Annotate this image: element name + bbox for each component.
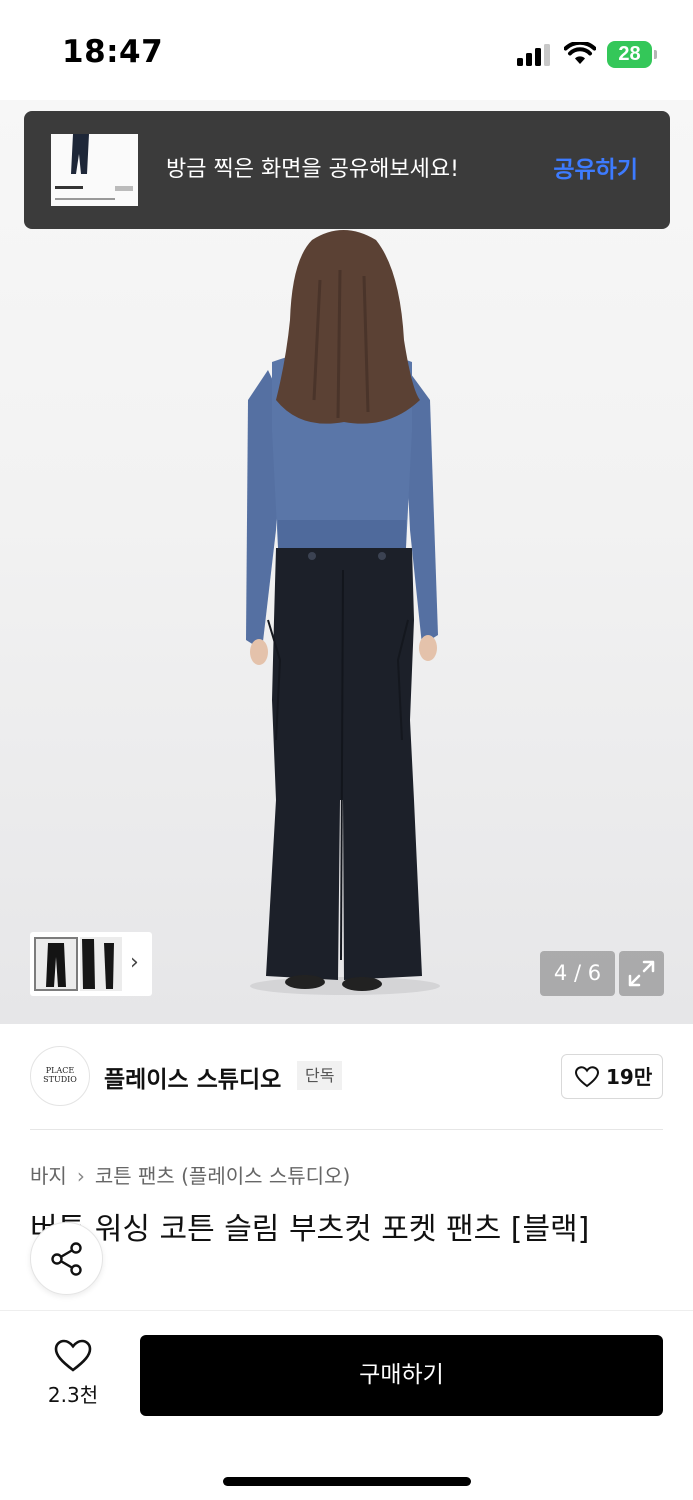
wifi-icon [564, 42, 596, 64]
divider [30, 1129, 663, 1130]
toast-screenshot-thumbnail [51, 134, 138, 206]
model-photo [246, 230, 440, 995]
battery-icon: 28 [607, 41, 657, 68]
battery-level: 28 [618, 43, 641, 65]
heart-icon [54, 1339, 92, 1372]
home-indicator [223, 1477, 471, 1486]
signal-icon [517, 44, 550, 66]
image-thumbnail-strip[interactable]: › [30, 932, 152, 996]
status-time: 18:47 [62, 34, 164, 70]
exclusive-badge: 단독 [297, 1061, 343, 1090]
wishlist-count: 2.3천 [47, 1383, 99, 1407]
breadcrumb-category[interactable]: 바지 [30, 1164, 67, 1188]
breadcrumb: 바지 › 코튼 팬츠 (플레이스 스튜디오) [30, 1160, 350, 1189]
toast-share-button[interactable]: 공유하기 [553, 111, 638, 229]
image-page-counter: 4 / 6 [540, 951, 615, 996]
share-icon [51, 1242, 82, 1276]
thumbnail-image[interactable] [80, 937, 122, 991]
share-button[interactable] [30, 1222, 103, 1295]
brand-name[interactable]: 플레이스 스튜디오 [104, 1060, 281, 1094]
share-toast: 방금 찍은 화면을 공유해보세요! 공유하기 [24, 111, 670, 229]
bottom-action-bar: 2.3천 구매하기 [0, 1310, 693, 1500]
brand-like-count: 19만 [606, 1065, 653, 1089]
buy-button[interactable]: 구매하기 [140, 1335, 663, 1416]
chevron-right-icon[interactable]: › [130, 950, 139, 975]
product-image[interactable] [0, 100, 693, 1024]
brand-row: PLACE STUDIO 플레이스 스튜디오 단독 19만 [0, 1024, 693, 1130]
expand-icon[interactable] [619, 951, 664, 996]
chevron-right-icon: › [76, 1164, 85, 1188]
brand-like-button[interactable]: 19만 [561, 1054, 663, 1099]
heart-icon [575, 1066, 599, 1088]
status-bar: 18:47 28 [0, 0, 693, 100]
breadcrumb-subcategory[interactable]: 코튼 팬츠 (플레이스 스튜디오) [95, 1164, 350, 1188]
toast-message: 방금 찍은 화면을 공유해보세요! [166, 157, 459, 182]
product-title: 버튼 워싱 코튼 슬림 부츠컷 포켓 팬츠 [블랙] [30, 1212, 590, 1247]
brand-logo[interactable]: PLACE STUDIO [30, 1046, 90, 1106]
wishlist-button[interactable]: 2.3천 [30, 1337, 116, 1417]
thumbnail-image[interactable] [34, 937, 78, 991]
